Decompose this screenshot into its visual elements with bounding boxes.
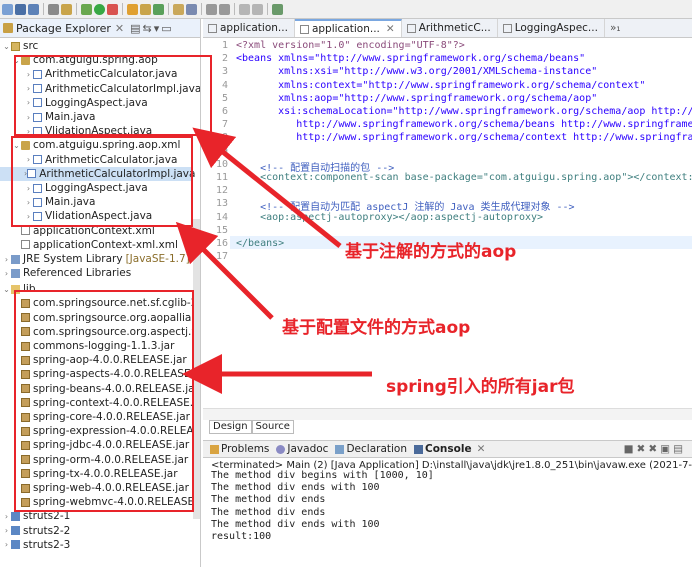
arrow-to-annotation-aop	[192, 127, 342, 248]
annotation-arrows	[175, 127, 372, 394]
annotation-aop-note: 基于注解的方式的aop	[345, 242, 517, 262]
xml-aop-note: 基于配置文件的方式aop	[282, 318, 471, 338]
arrow-to-xml-aop	[175, 221, 274, 320]
jars-note: spring引入的所有jar包	[386, 377, 575, 397]
